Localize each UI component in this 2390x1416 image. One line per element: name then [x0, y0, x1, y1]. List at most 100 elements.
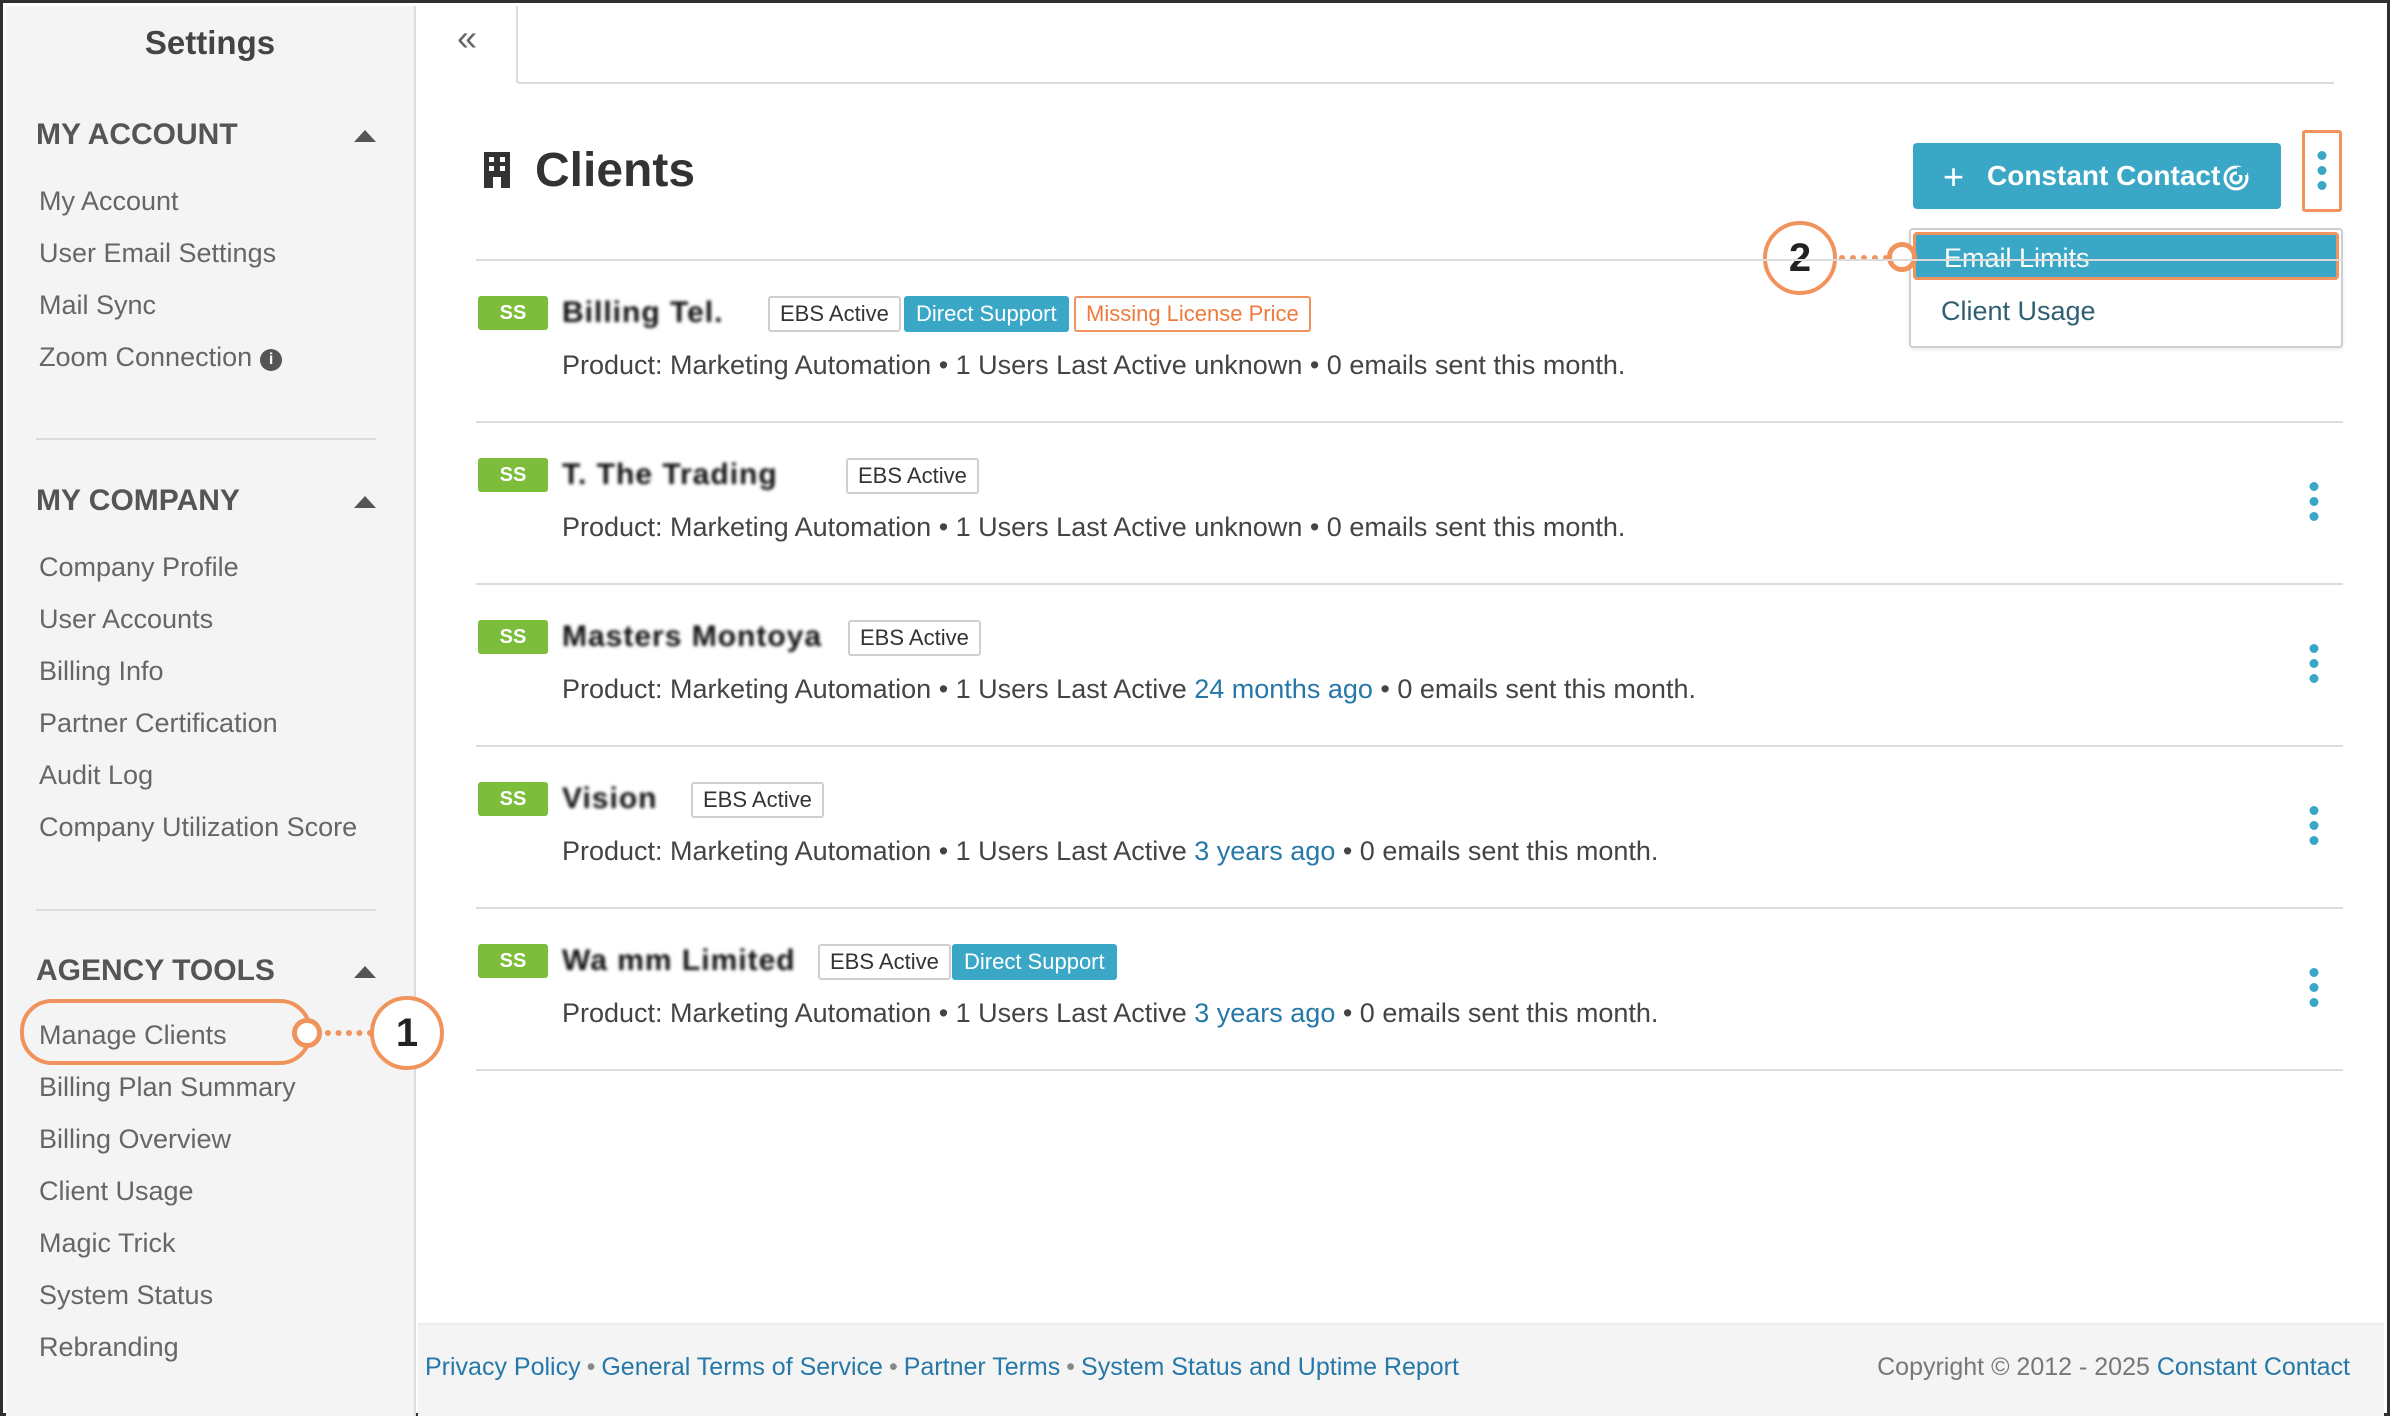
client-name[interactable]: Masters Montoya: [562, 620, 822, 654]
ss-badge: SS: [478, 620, 548, 654]
top-bar: «: [418, 6, 2384, 84]
row-more-options-button[interactable]: [2307, 806, 2321, 856]
client-name[interactable]: T. The Trading: [562, 458, 778, 492]
client-name[interactable]: Vision: [562, 782, 657, 816]
section-heading: MY COMPANY: [36, 484, 240, 517]
tag-direct-support: Direct Support: [952, 944, 1117, 980]
kebab-icon: [2309, 968, 2319, 1013]
callout-1: 1: [370, 996, 444, 1070]
sidebar-item-partner-certification[interactable]: Partner Certification: [39, 708, 278, 739]
tag-ebs-active: EBS Active: [818, 944, 951, 980]
desc-prefix: Product: Marketing Automation • 1 Users …: [562, 836, 1195, 866]
desc-prefix: Product: Marketing Automation • 1 Users …: [562, 350, 1195, 380]
info-icon[interactable]: i: [260, 349, 283, 371]
sidebar-item-system-status[interactable]: System Status: [39, 1280, 213, 1311]
sidebar-item-billing-plan-summary[interactable]: Billing Plan Summary: [39, 1072, 296, 1103]
desc-prefix: Product: Marketing Automation • 1 Users …: [562, 998, 1195, 1028]
topbar-divider: [518, 82, 2334, 84]
menu-item-email-limits[interactable]: Email Limits: [1913, 232, 2339, 280]
tag-ebs-active: EBS Active: [768, 296, 901, 332]
desc-prefix: Product: Marketing Automation • 1 Users …: [562, 674, 1195, 704]
footer-separator: •: [1066, 1353, 1076, 1381]
row-more-options-button[interactable]: [2307, 968, 2321, 1018]
button-label: Constant Contact: [1987, 160, 2221, 191]
caret-up-icon[interactable]: [354, 496, 376, 508]
desc-prefix: Product: Marketing Automation • 1 Users …: [562, 512, 1195, 542]
desc-suffix: • 0 emails sent this month.: [1335, 836, 1659, 866]
sidebar-item-mail-sync[interactable]: Mail Sync: [39, 290, 156, 321]
desc-suffix: • 0 emails sent this month.: [1372, 674, 1696, 704]
client-row: SS Billing Tel. EBS Active Direct Suppor…: [476, 296, 2343, 458]
tag-ebs-active: EBS Active: [848, 620, 981, 656]
row-more-options-button[interactable]: [2307, 482, 2321, 532]
last-active: unknown: [1194, 350, 1303, 380]
copyright: Copyright © 2012 - 2025 Constant Contact: [1877, 1353, 2350, 1382]
tag-ebs-active: EBS Active: [846, 458, 979, 494]
sidebar-item-billing-info[interactable]: Billing Info: [39, 656, 164, 687]
footer: Privacy Policy • General Terms of Service •…: [418, 1323, 2384, 1416]
sidebar-item-my-account[interactable]: My Account: [39, 186, 179, 217]
client-row: SS Masters Montoya EBS Active Product: M…: [476, 620, 2343, 782]
kebab-icon: [2309, 482, 2319, 527]
last-active-link[interactable]: 3 years ago: [1194, 836, 1335, 866]
sidebar-divider: [36, 909, 376, 911]
sidebar-item-magic-trick[interactable]: Magic Trick: [39, 1228, 176, 1259]
sidebar-item-billing-overview[interactable]: Billing Overview: [39, 1124, 231, 1155]
section-my-account[interactable]: MY ACCOUNT: [36, 118, 376, 152]
footer-link-system-status[interactable]: System Status and Uptime Report: [1081, 1353, 1459, 1381]
caret-up-icon[interactable]: [354, 130, 376, 142]
last-active: unknown: [1194, 512, 1303, 542]
row-more-options-button[interactable]: [2307, 644, 2321, 694]
footer-link-privacy-policy[interactable]: Privacy Policy: [425, 1353, 581, 1381]
desc-suffix: • 0 emails sent this month.: [1302, 512, 1626, 542]
kebab-icon: [2317, 151, 2327, 196]
sidebar-item-rebranding[interactable]: Rebranding: [39, 1332, 179, 1363]
more-options-button[interactable]: [2302, 130, 2342, 212]
add-constant-contact-button[interactable]: + Constant Contact: [1913, 143, 2281, 209]
caret-up-icon[interactable]: [354, 966, 376, 978]
footer-separator: •: [888, 1353, 898, 1381]
section-heading: MY ACCOUNT: [36, 118, 238, 151]
sidebar-item-client-usage[interactable]: Client Usage: [39, 1176, 194, 1207]
list-divider: [476, 745, 2343, 747]
section-my-company[interactable]: MY COMPANY: [36, 484, 376, 518]
sidebar-title: Settings: [144, 24, 276, 61]
desc-suffix: • 0 emails sent this month.: [1302, 350, 1626, 380]
client-name[interactable]: Wa mm Limited: [562, 944, 796, 978]
client-row: SS T. The Trading EBS Active Product: Ma…: [476, 458, 2343, 620]
last-active-link[interactable]: 3 years ago: [1194, 998, 1335, 1028]
sidebar-item-audit-log[interactable]: Audit Log: [39, 760, 153, 791]
footer-link-partner-terms[interactable]: Partner Terms: [904, 1353, 1061, 1381]
tag-direct-support: Direct Support: [904, 296, 1069, 332]
section-agency-tools[interactable]: AGENCY TOOLS: [36, 954, 376, 988]
list-divider: [476, 259, 2343, 261]
double-chevron-left-icon: «: [456, 17, 478, 58]
footer-links: Privacy Policy • General Terms of Service •…: [425, 1353, 1459, 1382]
last-active-link[interactable]: 24 months ago: [1194, 674, 1373, 704]
sidebar-item-company-utilization-score[interactable]: Company Utilization Score: [39, 812, 357, 843]
settings-sidebar: Settings MY ACCOUNT My Account User Emai…: [6, 6, 416, 1416]
sidebar-item-company-profile[interactable]: Company Profile: [39, 552, 239, 583]
sidebar-item-label: Zoom Connection: [39, 342, 253, 372]
constant-contact-logo-icon: [2223, 165, 2249, 191]
callout-dotted-line: [325, 1030, 373, 1036]
sidebar-item-user-accounts[interactable]: User Accounts: [39, 604, 213, 635]
client-description: Product: Marketing Automation • 1 Users …: [562, 674, 1696, 705]
sidebar-item-user-email-settings[interactable]: User Email Settings: [39, 238, 276, 269]
collapse-sidebar-button[interactable]: «: [418, 6, 518, 83]
list-divider: [476, 421, 2343, 423]
kebab-icon: [2309, 644, 2319, 689]
footer-link-general-terms[interactable]: General Terms of Service: [601, 1353, 883, 1381]
client-description: Product: Marketing Automation • 1 Users …: [562, 512, 1625, 543]
desc-suffix: • 0 emails sent this month.: [1335, 998, 1659, 1028]
callout-connector-ring: [1887, 242, 1917, 272]
callout-connector-ring: [292, 1018, 322, 1048]
list-divider: [476, 1069, 2343, 1071]
copyright-link[interactable]: Constant Contact: [2157, 1353, 2350, 1381]
client-name[interactable]: Billing Tel.: [562, 296, 723, 330]
sidebar-item-zoom-connection[interactable]: Zoom Connection i: [39, 342, 283, 373]
callout-highlight-manage-clients: [20, 999, 312, 1065]
tag-missing-license-price: Missing License Price: [1074, 296, 1311, 332]
copyright-text: Copyright © 2012 - 2025: [1877, 1353, 2157, 1381]
client-description: Product: Marketing Automation • 1 Users …: [562, 998, 1658, 1029]
